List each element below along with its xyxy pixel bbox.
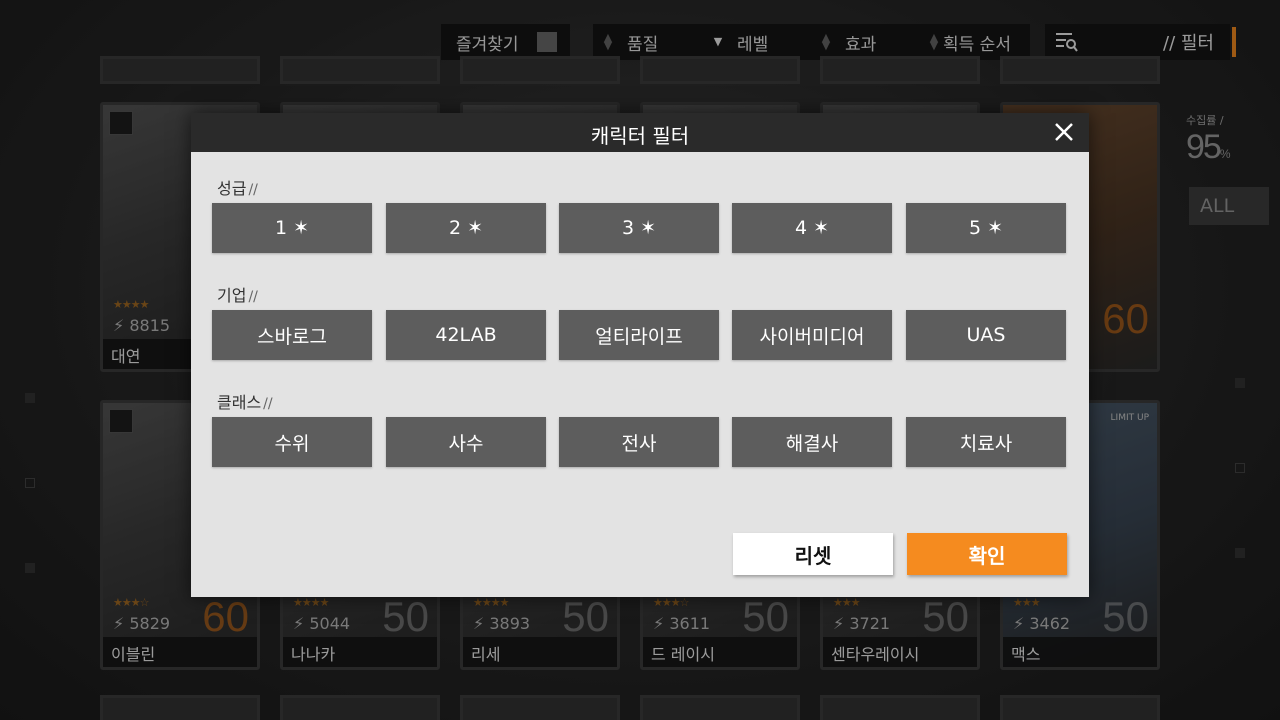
section-label-grade: 성급//: [217, 179, 258, 198]
filter-option-company-ultilife[interactable]: 얼티라이프: [559, 310, 719, 360]
confirm-button[interactable]: 확인: [907, 533, 1067, 575]
filter-option-grade-4[interactable]: 4 ✶: [732, 203, 892, 253]
filter-option-class-medic[interactable]: 치료사: [906, 417, 1066, 467]
filter-option-grade-1[interactable]: 1 ✶: [212, 203, 372, 253]
filter-option-grade-2[interactable]: 2 ✶: [386, 203, 546, 253]
filter-option-class-guard[interactable]: 수위: [212, 417, 372, 467]
character-filter-dialog: 캐릭터 필터 성급// 1 ✶ 2 ✶ 3 ✶ 4 ✶ 5 ✶ 기업// 스바로…: [191, 113, 1089, 597]
filter-option-company-cybermedia[interactable]: 사이버미디어: [732, 310, 892, 360]
filter-option-class-sniper[interactable]: 사수: [386, 417, 546, 467]
filter-option-grade-5[interactable]: 5 ✶: [906, 203, 1066, 253]
section-label-class: 클래스//: [217, 393, 273, 412]
filter-option-company-svarog[interactable]: 스바로그: [212, 310, 372, 360]
dialog-header: 캐릭터 필터: [191, 113, 1089, 152]
dialog-title: 캐릭터 필터: [590, 124, 690, 148]
section-label-company: 기업//: [217, 286, 258, 305]
filter-option-class-specialist[interactable]: 해결사: [732, 417, 892, 467]
filter-option-class-warrior[interactable]: 전사: [559, 417, 719, 467]
close-icon[interactable]: [1049, 117, 1079, 147]
filter-option-company-uas[interactable]: UAS: [906, 310, 1066, 360]
reset-button[interactable]: 리셋: [733, 533, 893, 575]
filter-option-company-42lab[interactable]: 42LAB: [386, 310, 546, 360]
filter-option-grade-3[interactable]: 3 ✶: [559, 203, 719, 253]
